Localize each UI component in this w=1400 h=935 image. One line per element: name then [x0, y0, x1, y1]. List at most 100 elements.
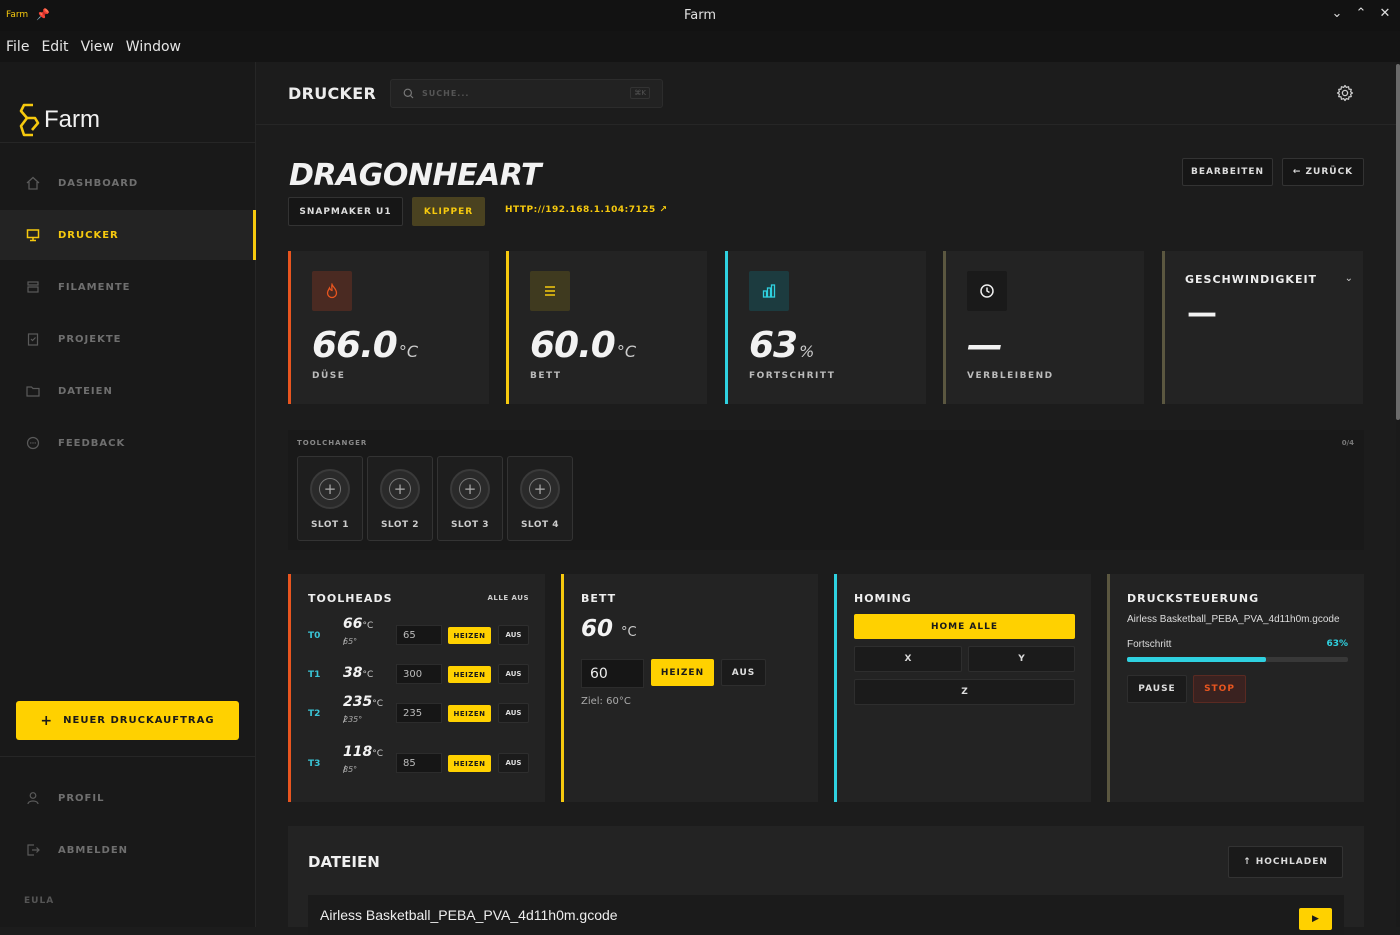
sidebar-item-label: PROJEKTE	[58, 333, 122, 345]
file-name: Airless Basketball_PEBA_PVA_4d11h0m.gcod…	[320, 907, 618, 923]
sidebar-item-label: FEEDBACK	[58, 437, 126, 449]
stat-value: 63%	[749, 325, 814, 366]
folder-icon	[26, 384, 40, 398]
printer-url-link[interactable]: HTTP://192.168.1.104:7125 ↗	[505, 205, 668, 215]
plus-icon: +	[319, 478, 341, 500]
tool-slot[interactable]: + SLOT 1	[297, 456, 363, 541]
home-x-button[interactable]: X	[854, 646, 962, 672]
slot-circle: +	[380, 469, 420, 509]
slot-circle: +	[520, 469, 560, 509]
printer-name: DRAGONHEART	[289, 158, 542, 193]
heat-button[interactable]: HEIZEN	[448, 755, 491, 772]
progress-value: 63	[749, 325, 798, 366]
menu-edit[interactable]: Edit	[41, 39, 68, 55]
scrollbar-thumb[interactable]	[1396, 64, 1400, 420]
stat-accent-bar	[725, 251, 728, 404]
progress-percent: 63%	[1326, 639, 1348, 649]
edit-button[interactable]: BEARBEITEN	[1182, 158, 1273, 186]
back-button[interactable]: ← ZURÜCK	[1282, 158, 1364, 186]
scrollbar[interactable]	[1396, 62, 1400, 927]
sidebar: Farm DASHBOARD DRUCKER FILAMENTE PROJEKT…	[0, 62, 256, 927]
menu-window[interactable]: Window	[126, 39, 181, 55]
bed-heat-button[interactable]: HEIZEN	[651, 659, 714, 686]
close-icon[interactable]: ✕	[1378, 6, 1392, 21]
printer-model-badge: SNAPMAKER U1	[288, 197, 403, 226]
search-input[interactable]: SUCHE... ⌘K	[390, 79, 663, 108]
sidebar-item-projekte[interactable]: PROJEKTE	[0, 314, 256, 364]
toolhead-target-input[interactable]: 85	[396, 753, 442, 773]
sidebar-item-abmelden[interactable]: ABMELDEN	[0, 825, 256, 875]
toolhead-target: 65°	[343, 637, 358, 646]
stat-label: FORTSCHRITT	[749, 371, 836, 381]
stat-unit: °C	[616, 342, 636, 361]
panel-title: BETT	[581, 592, 617, 605]
panel-title: DRUCKSTEUERUNG	[1127, 592, 1260, 605]
home-all-button[interactable]: HOME ALLE	[854, 614, 1075, 639]
sidebar-item-profil[interactable]: PROFIL	[0, 773, 256, 823]
new-print-job-button[interactable]: + NEUER DRUCKAUFTRAG	[16, 701, 239, 740]
heat-button[interactable]: HEIZEN	[448, 666, 491, 683]
stop-button[interactable]: STOP	[1193, 675, 1246, 703]
off-button[interactable]: AUS	[498, 625, 529, 645]
minimize-icon[interactable]: ⌄	[1330, 6, 1344, 21]
toolhead-target-input[interactable]: 235	[396, 703, 442, 723]
stat-accent-bar	[288, 251, 291, 404]
speed-card[interactable]: GESCHWINDIGKEIT ⌄ —	[1162, 251, 1363, 404]
menu-view[interactable]: View	[81, 39, 114, 55]
plus-icon: +	[389, 478, 411, 500]
home-y-button[interactable]: Y	[968, 646, 1075, 672]
all-off-button[interactable]: ALLE AUS	[488, 594, 530, 602]
stat-label: DÜSE	[312, 371, 346, 381]
brand-name: Farm	[44, 106, 100, 133]
heat-button[interactable]: HEIZEN	[448, 705, 491, 722]
toolhead-id: T3	[308, 759, 321, 769]
sidebar-item-feedback[interactable]: FEEDBACK	[0, 418, 256, 468]
sidebar-item-label: ABMELDEN	[58, 844, 129, 856]
farm-logo-icon	[19, 103, 40, 137]
off-button[interactable]: AUS	[498, 703, 529, 723]
gear-icon[interactable]	[1336, 84, 1354, 102]
stat-value: 60.0 °C	[530, 325, 636, 366]
tool-slot[interactable]: + SLOT 4	[507, 456, 573, 541]
toolhead-target-input[interactable]: 65	[396, 625, 442, 645]
sidebar-divider	[0, 756, 256, 757]
sidebar-item-drucker[interactable]: DRUCKER	[0, 210, 256, 260]
off-button[interactable]: AUS	[498, 664, 529, 684]
toolhead-temp-unit: °C	[362, 670, 374, 680]
homing-panel: HOMING HOME ALLE X Y Z	[834, 574, 1091, 802]
off-button[interactable]: AUS	[498, 753, 529, 773]
brand[interactable]: Farm	[18, 102, 100, 138]
toolhead-temp-value: 66	[343, 616, 363, 632]
remaining-value: —	[967, 325, 1003, 366]
stat-label: BETT	[530, 371, 562, 381]
sidebar-item-filamente[interactable]: FILAMENTE	[0, 262, 256, 312]
stat-accent-bar	[943, 251, 946, 404]
toolchanger-panel: TOOLCHANGER 0/4 + SLOT 1 + SLOT 2 + SLOT…	[288, 430, 1364, 550]
eula-link[interactable]: EULA	[24, 896, 54, 906]
bed-off-button[interactable]: AUS	[721, 659, 766, 686]
toolhead-target-input[interactable]: 300	[396, 664, 442, 684]
tool-slot[interactable]: + SLOT 3	[437, 456, 503, 541]
chat-icon	[26, 436, 40, 450]
sidebar-item-dateien[interactable]: DATEIEN	[0, 366, 256, 416]
list-item[interactable]: Airless Basketball_PEBA_PVA_4d11h0m.gcod…	[308, 895, 1344, 935]
chevron-down-icon[interactable]: ⌄	[1345, 273, 1353, 284]
maximize-icon[interactable]: ⌃	[1354, 6, 1368, 21]
home-z-button[interactable]: Z	[854, 679, 1075, 705]
pause-button[interactable]: PAUSE	[1127, 675, 1187, 703]
top-bar: DRUCKER SUCHE... ⌘K	[256, 62, 1396, 125]
stat-accent-bar	[1162, 251, 1165, 404]
logout-icon	[26, 843, 40, 857]
slot-label: SLOT 2	[380, 520, 420, 530]
printer-url: HTTP://192.168.1.104:7125	[505, 205, 656, 215]
tool-slot[interactable]: + SLOT 2	[367, 456, 433, 541]
upload-button[interactable]: ↑ HOCHLADEN	[1228, 846, 1343, 878]
stat-card-nozzle: 66.0 °C DÜSE	[288, 251, 489, 404]
monitor-icon	[26, 228, 40, 242]
heat-button[interactable]: HEIZEN	[448, 627, 491, 644]
files-title: DATEIEN	[308, 853, 380, 871]
sidebar-item-dashboard[interactable]: DASHBOARD	[0, 158, 256, 208]
progress-bar-fill	[1127, 657, 1267, 662]
menu-file[interactable]: File	[6, 39, 29, 55]
bed-target-input[interactable]: 60	[581, 659, 644, 688]
